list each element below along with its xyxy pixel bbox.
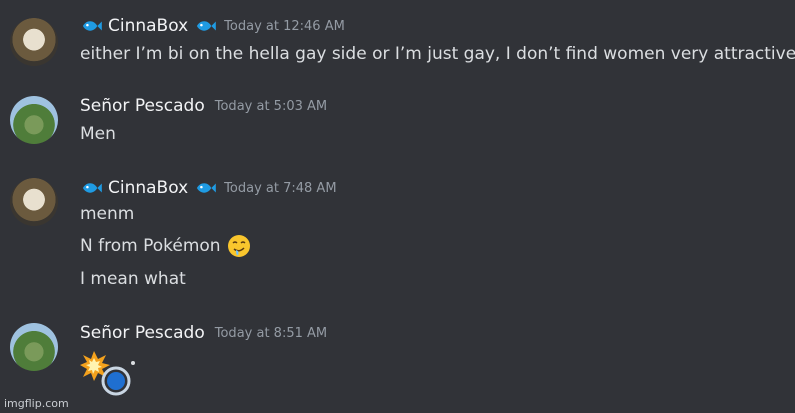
author-name[interactable]: CinnaBox — [108, 16, 188, 36]
message-header: Señor Pescado Today at 8:51 AM — [80, 323, 327, 343]
message-text: Men — [80, 124, 116, 144]
emoji-attachment[interactable] — [80, 349, 140, 397]
message-text: either I’m bi on the hella gay side or I… — [80, 44, 795, 64]
drooling-face-emoji-icon — [227, 235, 250, 257]
author-name[interactable]: CinnaBox — [108, 178, 188, 198]
message-header: Señor Pescado Today at 5:03 AM — [80, 96, 327, 116]
fish-icon — [82, 21, 102, 31]
fish-icon — [82, 183, 102, 193]
message-header: CinnaBox Today at 12:46 AM — [80, 16, 345, 36]
message-text: I mean what — [80, 269, 186, 289]
fish-icon — [197, 21, 216, 31]
watermark: imgflip.com — [4, 397, 69, 410]
timestamp: Today at 12:46 AM — [224, 18, 345, 34]
avatar[interactable] — [10, 178, 58, 226]
timestamp: Today at 8:51 AM — [214, 325, 328, 341]
fish-icon — [197, 183, 216, 193]
collision-bomb-emoji-icon — [80, 351, 135, 396]
avatar[interactable] — [10, 96, 58, 144]
author-name[interactable]: Señor Pescado — [80, 323, 205, 343]
message-text-content: N from Pokémon — [80, 236, 221, 256]
message-header: CinnaBox Today at 7:48 AM — [80, 178, 337, 198]
message-text: N from Pokémon — [80, 234, 251, 258]
avatar[interactable] — [10, 18, 58, 66]
author-name[interactable]: Señor Pescado — [80, 96, 205, 116]
avatar[interactable] — [10, 323, 58, 371]
timestamp: Today at 5:03 AM — [214, 98, 328, 114]
timestamp: Today at 7:48 AM — [224, 180, 337, 196]
message-text: menm — [80, 204, 135, 224]
